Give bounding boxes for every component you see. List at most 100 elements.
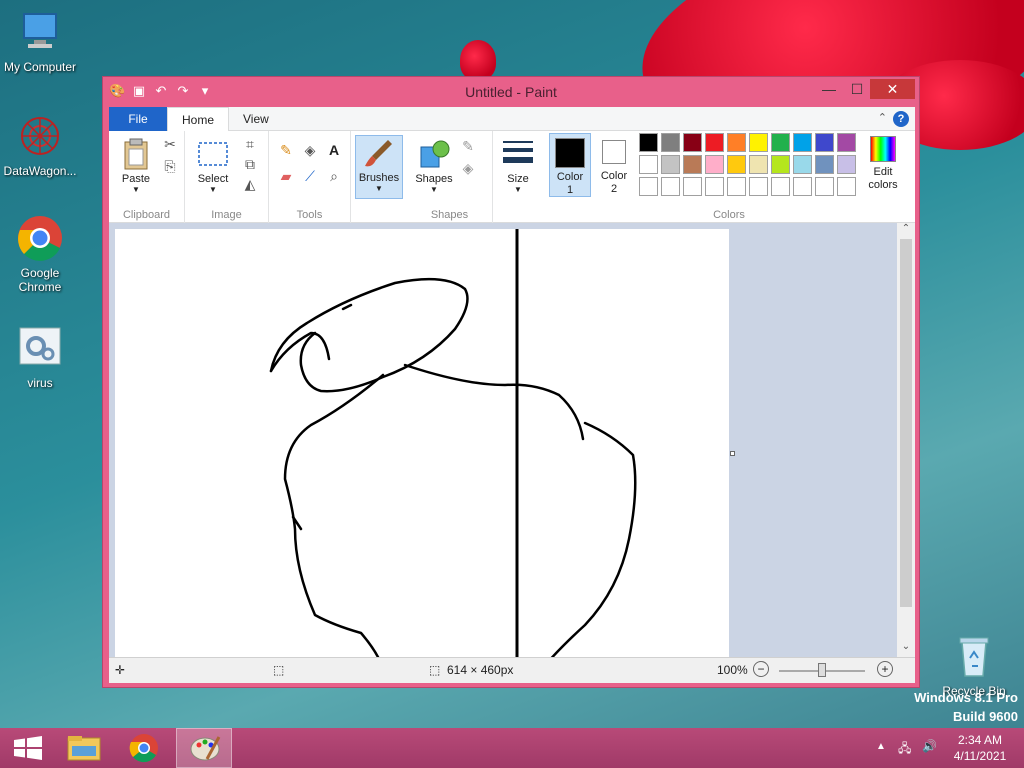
zoom-out-button[interactable]: − (753, 661, 769, 677)
desktop-icon-my-computer[interactable]: My Computer (0, 8, 80, 74)
close-button[interactable]: ✕ (870, 79, 915, 99)
palette-swatch[interactable] (771, 177, 790, 196)
copy-icon[interactable]: ⎘ (161, 157, 179, 175)
image-group: Select ▼ ⌗ ⧉ ◭ Image (185, 131, 269, 223)
dropdown-arrow-icon: ▼ (375, 184, 383, 193)
text-icon[interactable]: A (325, 141, 343, 159)
rotate-icon[interactable]: ◭ (241, 175, 259, 193)
network-icon[interactable]: 🖧 (898, 739, 911, 760)
palette-swatch[interactable] (771, 133, 790, 152)
palette-swatch[interactable] (683, 155, 702, 174)
tab-view[interactable]: View (229, 107, 283, 131)
palette-swatch[interactable] (683, 177, 702, 196)
zoom-slider-thumb[interactable] (818, 663, 826, 677)
size-group: Size ▼ (493, 131, 543, 223)
computer-icon (16, 8, 64, 56)
brushes-button[interactable]: Brushes ▼ (355, 135, 403, 199)
select-label: Select (197, 173, 229, 185)
palette-swatch[interactable] (815, 177, 834, 196)
size-button[interactable]: Size ▼ (499, 137, 537, 194)
maximize-button[interactable]: ☐ (843, 79, 871, 99)
scroll-up-icon[interactable]: ⌃ (897, 223, 915, 239)
palette-swatch[interactable] (661, 155, 680, 174)
scrollbar-thumb[interactable] (900, 239, 912, 607)
resize-icon[interactable]: ⧉ (241, 155, 259, 173)
volume-icon[interactable]: 🔊 (922, 739, 937, 753)
watermark-line-1: Windows 8.1 Pro (914, 690, 1018, 705)
cut-icon[interactable]: ✂ (161, 135, 179, 153)
outline-icon[interactable]: ✎ (459, 137, 477, 155)
palette-swatch[interactable] (639, 133, 658, 152)
palette-swatch[interactable] (749, 177, 768, 196)
palette-swatch[interactable] (639, 177, 658, 196)
paint-palette-icon (190, 736, 221, 761)
crop-icon[interactable]: ⌗ (241, 135, 259, 153)
palette-swatch[interactable] (727, 155, 746, 174)
resize-handle[interactable] (730, 451, 735, 456)
paste-button[interactable]: Paste ▼ (115, 137, 157, 194)
shapes-button[interactable]: Shapes ▼ (413, 137, 455, 194)
palette-swatch[interactable] (793, 133, 812, 152)
size-label: Size (507, 173, 529, 185)
color1-button[interactable]: Color 1 (549, 133, 591, 197)
eraser-icon[interactable]: ▰ (277, 167, 295, 185)
pencil-icon[interactable]: ✎ (277, 141, 295, 159)
show-hidden-icons[interactable]: ▲ (876, 741, 886, 752)
taskbar-chrome[interactable] (116, 728, 172, 768)
palette-swatch[interactable] (793, 155, 812, 174)
palette-swatch[interactable] (661, 177, 680, 196)
taskbar-paint[interactable] (176, 728, 232, 768)
color2-button[interactable]: Color 2 (593, 133, 635, 197)
color-picker-icon[interactable]: ⟋ (301, 167, 319, 185)
folder-icon (67, 736, 101, 761)
scroll-down-icon[interactable]: ⌄ (897, 641, 915, 657)
palette-swatch[interactable] (705, 155, 724, 174)
palette-swatch[interactable] (749, 155, 768, 174)
palette-swatch[interactable] (837, 155, 856, 174)
palette-swatch[interactable] (683, 133, 702, 152)
vertical-scrollbar[interactable]: ⌃ ⌄ (897, 223, 915, 657)
edit-colors-button[interactable]: Edit colors (861, 133, 905, 197)
window-title: Untitled - Paint (465, 84, 557, 100)
fill-icon[interactable]: ◈ (459, 159, 477, 177)
title-bar[interactable]: 🎨 ▣ ↶ ↷ ▾ Untitled - Paint — ☐ ✕ (103, 77, 919, 107)
magnifier-icon[interactable]: ⌕ (325, 167, 343, 185)
palette-swatch[interactable] (727, 133, 746, 152)
help-icon[interactable]: ? (893, 111, 909, 127)
clock[interactable]: 2:34 AM 4/11/2021 (948, 733, 1012, 763)
shapes-icon (417, 137, 451, 171)
desktop-icon-google-chrome[interactable]: Google Chrome (0, 214, 80, 294)
palette-swatch[interactable] (727, 177, 746, 196)
desktop-icon-virus[interactable]: virus (0, 324, 80, 390)
minimize-button[interactable]: — (815, 79, 843, 99)
tab-file[interactable]: File (109, 107, 167, 131)
taskbar-file-explorer[interactable] (56, 728, 112, 768)
palette-swatch[interactable] (705, 177, 724, 196)
tab-home[interactable]: Home (167, 107, 230, 132)
color2-label: Color 2 (600, 170, 628, 195)
palette-swatch[interactable] (639, 155, 658, 174)
desktop-icon-datawagon[interactable]: DataWagon... (0, 112, 80, 178)
zoom-level: 100% (717, 663, 748, 677)
fill-bucket-icon[interactable]: ◈ (301, 141, 319, 159)
colors-group: Color 1 Color 2 Edit colors Colors (543, 131, 915, 223)
start-button[interactable] (0, 728, 56, 768)
drawing-canvas[interactable] (115, 227, 729, 657)
palette-swatch[interactable] (837, 133, 856, 152)
selection-size-icon: ⬚ (273, 663, 285, 677)
shapes-label: Shapes (415, 173, 453, 185)
recycle-bin-icon (950, 632, 998, 680)
palette-swatch[interactable] (793, 177, 812, 196)
palette-swatch[interactable] (815, 133, 834, 152)
datawagon-icon (16, 112, 64, 160)
palette-swatch[interactable] (815, 155, 834, 174)
zoom-in-button[interactable]: + (877, 661, 893, 677)
palette-swatch[interactable] (837, 177, 856, 196)
palette-swatch[interactable] (705, 133, 724, 152)
select-button[interactable]: Select ▼ (191, 137, 235, 194)
palette-swatch[interactable] (661, 133, 680, 152)
palette-swatch[interactable] (749, 133, 768, 152)
desktop-icon-recycle-bin[interactable]: Recycle Bin (934, 632, 1014, 698)
palette-swatch[interactable] (771, 155, 790, 174)
collapse-ribbon-icon[interactable]: ⌃ (878, 111, 887, 124)
